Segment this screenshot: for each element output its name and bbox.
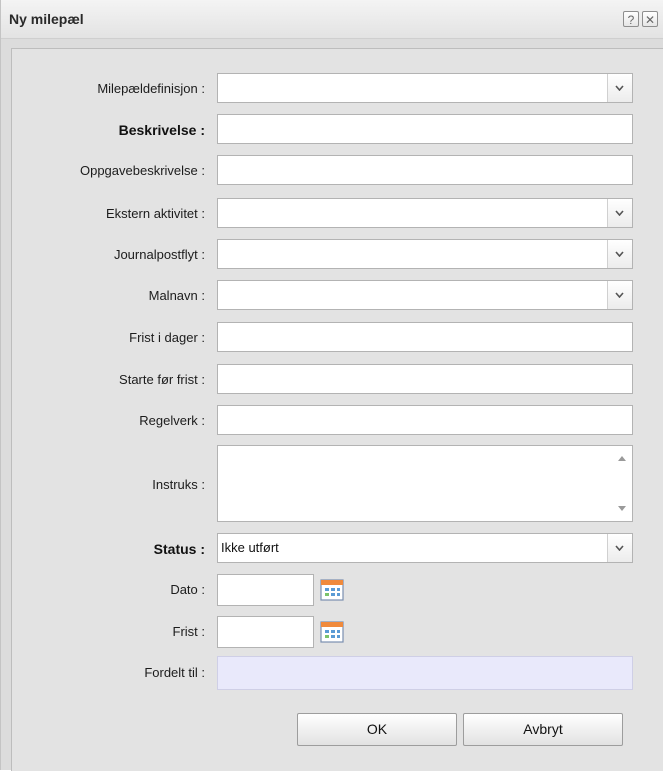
- cancel-button[interactable]: Avbryt: [463, 713, 623, 746]
- status-label: Status :: [153, 541, 205, 557]
- milepaeldefinisjon-label: Milepældefinisjon :: [97, 81, 205, 96]
- chevron-down-icon[interactable]: [607, 199, 632, 227]
- chevron-down-icon[interactable]: [607, 74, 632, 102]
- frist-i-dager-input[interactable]: [217, 322, 633, 352]
- journalpostflyt-label: Journalpostflyt :: [113, 247, 205, 262]
- close-icon[interactable]: ✕: [642, 11, 658, 27]
- oppgavebeskrivelse-label: Oppgavebeskrivelse :: [79, 163, 205, 178]
- dialog-title: Ny milepæl: [9, 11, 84, 27]
- dialog-window: Ny milepæl ? ✕ Milepældefinisjon : Beskr…: [0, 0, 663, 771]
- frist-label: Frist :: [172, 624, 206, 639]
- help-icon[interactable]: ?: [623, 11, 639, 27]
- regelverk-input[interactable]: [217, 405, 633, 435]
- frist-i-dager-label: Frist i dager :: [129, 330, 205, 345]
- dato-label: Dato :: [170, 582, 205, 597]
- ok-button[interactable]: OK: [297, 713, 457, 746]
- status-value: Ikke utført: [221, 540, 279, 555]
- malnavn-select[interactable]: [217, 280, 633, 310]
- calendar-icon[interactable]: [320, 621, 344, 643]
- malnavn-label: Malnavn :: [148, 288, 205, 303]
- instruks-textarea[interactable]: [217, 445, 633, 522]
- chevron-down-icon[interactable]: [607, 534, 632, 562]
- chevron-down-icon[interactable]: [607, 281, 632, 309]
- ekstern-aktivitet-select[interactable]: [217, 198, 633, 228]
- ekstern-aktivitet-label: Ekstern aktivitet :: [106, 206, 205, 221]
- milepaeldefinisjon-select[interactable]: [217, 73, 633, 103]
- calendar-icon[interactable]: [320, 579, 344, 601]
- journalpostflyt-select[interactable]: [217, 239, 633, 269]
- fordelt-til-field: [217, 656, 633, 690]
- fordelt-til-label: Fordelt til :: [144, 665, 205, 680]
- dialog-titlebar[interactable]: Ny milepæl ? ✕: [1, 0, 663, 39]
- beskrivelse-input[interactable]: [217, 114, 633, 144]
- scroll-down-icon[interactable]: [618, 506, 626, 511]
- regelverk-label: Regelverk :: [139, 413, 205, 428]
- starte-for-frist-input[interactable]: [217, 364, 633, 394]
- frist-input[interactable]: [217, 616, 314, 648]
- scroll-up-icon[interactable]: [618, 456, 626, 461]
- oppgavebeskrivelse-input[interactable]: [217, 155, 633, 185]
- starte-for-frist-label: Starte før frist :: [119, 372, 205, 387]
- instruks-label: Instruks :: [152, 477, 205, 492]
- chevron-down-icon[interactable]: [607, 240, 632, 268]
- status-select[interactable]: Ikke utført: [217, 533, 633, 563]
- dato-input[interactable]: [217, 574, 314, 606]
- beskrivelse-label: Beskrivelse :: [118, 122, 205, 138]
